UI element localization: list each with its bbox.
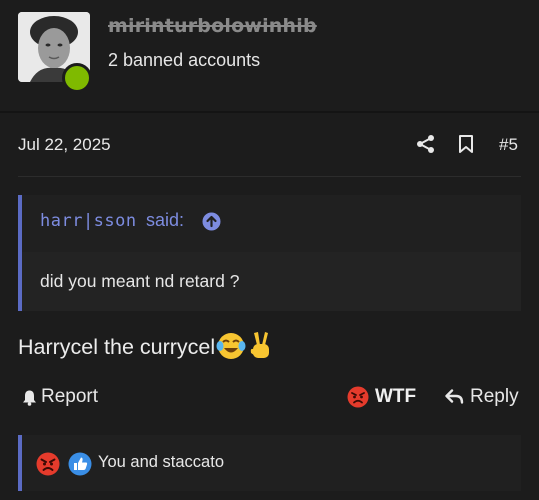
post-message-text: Harrycel the currycel — [18, 335, 216, 359]
quote-said-label: said: — [146, 210, 185, 230]
banned-accounts-label: 2 banned accounts — [108, 50, 261, 70]
wtf-label: WTF — [375, 386, 417, 407]
reply-label: Reply — [470, 386, 519, 407]
post-number[interactable]: #5 — [499, 135, 518, 155]
wtf-reaction-button[interactable]: WTF — [347, 384, 416, 410]
quote-body: did you meant nd retard ? — [40, 271, 240, 291]
report-label: Report — [41, 386, 99, 407]
go-to-quote-icon[interactable] — [202, 212, 221, 231]
thumbs-up-icon — [68, 452, 92, 476]
quote-block: harr|sson said: did you meant nd retard … — [18, 195, 521, 311]
reply-arrow-icon — [445, 389, 464, 404]
post-message: Harrycel the currycel — [18, 329, 274, 361]
share-icon[interactable] — [416, 134, 436, 154]
tears-of-joy-emoji-icon — [216, 333, 246, 359]
reply-button[interactable]: Reply — [445, 384, 519, 410]
victory-hand-emoji-icon — [250, 332, 270, 358]
bell-icon — [23, 390, 36, 406]
angry-face-icon — [36, 452, 60, 476]
bookmark-icon[interactable] — [457, 134, 475, 154]
angry-face-icon — [347, 386, 369, 408]
username[interactable]: mirinturbolowinhib — [108, 15, 317, 37]
quote-author[interactable]: harr|sson — [40, 211, 137, 231]
header-divider — [0, 111, 539, 113]
reactions-bar[interactable]: You and staccato — [18, 435, 521, 491]
meta-divider — [18, 176, 521, 177]
report-button[interactable]: Report — [22, 384, 98, 410]
post-date[interactable]: Jul 22, 2025 — [18, 135, 111, 155]
online-status-indicator — [62, 63, 92, 93]
reactions-summary[interactable]: You and staccato — [98, 453, 224, 472]
